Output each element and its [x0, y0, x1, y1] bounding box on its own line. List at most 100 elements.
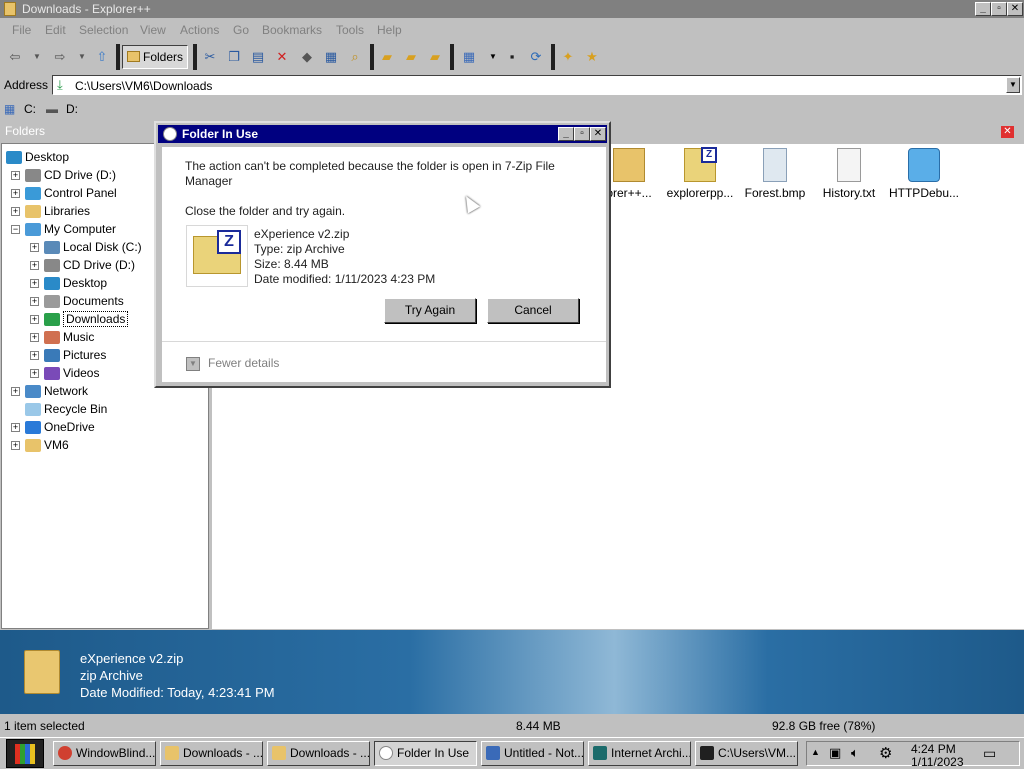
close-tab-icon[interactable]: ✕ — [1001, 126, 1014, 138]
tree-item-onedrive[interactable]: OneDrive — [25, 418, 95, 436]
expand-toggle[interactable]: + — [30, 279, 39, 288]
tree-item-videos[interactable]: Videos — [44, 364, 99, 382]
start-button[interactable] — [6, 739, 44, 768]
expand-toggle[interactable]: + — [11, 387, 20, 396]
expand-toggle[interactable]: + — [30, 261, 39, 270]
notifications-icon[interactable]: ▭ — [983, 745, 996, 762]
tray-expand-icon[interactable]: ▲ — [811, 747, 820, 757]
tree-item-pictures[interactable]: Pictures — [44, 346, 106, 364]
back-dropdown-icon[interactable]: ▼ — [28, 48, 46, 66]
dialog-close-button[interactable]: ✕ — [590, 127, 606, 141]
taskbar-item-7zip[interactable]: C:\Users\VM... — [695, 741, 798, 766]
address-dropdown-icon[interactable]: ▼ — [1006, 77, 1020, 93]
expand-toggle[interactable]: + — [30, 297, 39, 306]
window-titlebar[interactable]: Downloads - Explorer++ _ ▫ ✕ — [0, 0, 1024, 18]
tree-item-desktop-2[interactable]: Desktop — [44, 274, 107, 292]
clock-date[interactable]: 1/11/2023 — [911, 755, 964, 769]
back-icon[interactable]: ⇦ — [6, 48, 24, 66]
forward-icon[interactable]: ⇨ — [51, 48, 69, 66]
clock-time[interactable]: 4:24 PM — [911, 742, 956, 756]
copy-icon[interactable]: ❐ — [225, 48, 243, 66]
expand-toggle[interactable]: + — [30, 369, 39, 378]
expand-toggle[interactable]: + — [11, 207, 20, 216]
text-file-icon — [837, 148, 861, 182]
menu-bookmarks[interactable]: Bookmarks — [262, 23, 322, 37]
forward-dropdown-icon[interactable]: ▼ — [73, 48, 91, 66]
copy-to-folder-icon[interactable]: ▰ — [402, 48, 420, 66]
expand-toggle[interactable]: + — [30, 351, 39, 360]
expand-toggle[interactable]: + — [11, 189, 20, 198]
tree-item-network[interactable]: Network — [25, 382, 88, 400]
file-item[interactable]: History.txt — [809, 148, 889, 200]
up-icon[interactable]: ⇧ — [93, 48, 111, 66]
dialog-minimize-button[interactable]: _ — [558, 127, 574, 141]
views-dropdown-icon[interactable]: ▼ — [484, 48, 502, 66]
tree-item-documents[interactable]: Documents — [44, 292, 124, 310]
bookmarks-icon[interactable]: ★ — [583, 48, 601, 66]
taskbar-item-windowblinds[interactable]: WindowBlind... — [53, 741, 156, 766]
minimize-button[interactable]: _ — [975, 2, 991, 16]
menu-selection[interactable]: Selection — [79, 23, 128, 37]
tree-item-libraries[interactable]: Libraries — [25, 202, 90, 220]
tree-item-cd-drive[interactable]: CD Drive (D:) — [25, 166, 116, 184]
expand-toggle[interactable]: + — [11, 441, 20, 450]
menu-view[interactable]: View — [140, 23, 166, 37]
refresh-icon[interactable]: ⟳ — [527, 48, 545, 66]
expand-toggle[interactable]: + — [30, 315, 39, 324]
delete-icon[interactable]: ✕ — [273, 48, 291, 66]
file-item[interactable]: Z explorerpp... — [660, 147, 740, 200]
menu-help[interactable]: Help — [377, 23, 402, 37]
tree-item-my-computer[interactable]: My Computer — [25, 220, 116, 238]
menu-actions[interactable]: Actions — [180, 23, 219, 37]
add-bookmark-icon[interactable]: ✦ — [559, 48, 577, 66]
gear-icon[interactable]: ⚙ — [879, 744, 892, 762]
tree-item-recycle-bin[interactable]: Recycle Bin — [25, 400, 107, 418]
taskbar-item-folder-in-use[interactable]: Folder In Use — [374, 741, 477, 766]
dialog-titlebar[interactable]: Folder In Use _ ▫ ✕ — [158, 125, 607, 143]
taskbar-item-notepad[interactable]: Untitled - Not... — [481, 741, 584, 766]
menu-tools[interactable]: Tools — [336, 23, 364, 37]
app-icon — [908, 148, 940, 182]
tree-item-local-disk[interactable]: Local Disk (C:) — [44, 238, 142, 256]
cut-icon[interactable]: ✂ — [201, 48, 219, 66]
command-prompt-icon[interactable]: ▪ — [503, 48, 521, 66]
menu-edit[interactable]: Edit — [45, 23, 66, 37]
delete-permanently-icon[interactable]: ◆ — [298, 48, 316, 66]
properties-icon[interactable]: ▦ — [322, 48, 340, 66]
address-input[interactable]: ⤓ C:\Users\VM6\Downloads ▼ — [52, 75, 1022, 95]
tree-item-downloads[interactable]: Downloads — [44, 310, 129, 328]
fewer-details-toggle[interactable]: ▼ Fewer details — [186, 356, 279, 371]
volume-icon[interactable]: 🔈︎ — [851, 745, 859, 761]
paste-icon[interactable]: ▤ — [249, 48, 267, 66]
menu-file[interactable]: File — [12, 23, 31, 37]
tree-item-control-panel[interactable]: Control Panel — [25, 184, 117, 202]
collapse-toggle[interactable]: − — [11, 225, 20, 234]
drive-c-button[interactable]: C: — [24, 102, 36, 116]
dialog-maximize-button[interactable]: ▫ — [574, 127, 590, 141]
expand-toggle[interactable]: + — [30, 243, 39, 252]
tree-item-music[interactable]: Music — [44, 328, 94, 346]
new-folder-icon[interactable]: ▰ — [378, 48, 396, 66]
folders-button[interactable]: Folders — [122, 45, 188, 69]
expand-toggle[interactable]: + — [30, 333, 39, 342]
views-icon[interactable]: ▦ — [460, 48, 478, 66]
taskbar-item-downloads-2[interactable]: Downloads - ... — [267, 741, 370, 766]
tree-item-cd-drive-2[interactable]: CD Drive (D:) — [44, 256, 135, 274]
tree-item-desktop[interactable]: Desktop — [6, 148, 69, 166]
network-icon[interactable]: ▣ — [829, 745, 841, 761]
menu-go[interactable]: Go — [233, 23, 249, 37]
file-item[interactable]: Forest.bmp — [735, 148, 815, 200]
cancel-button[interactable]: Cancel — [487, 298, 579, 323]
try-again-button[interactable]: Try Again — [384, 298, 476, 323]
maximize-button[interactable]: ▫ — [991, 2, 1007, 16]
tree-item-vm6[interactable]: VM6 — [25, 436, 69, 454]
file-item[interactable]: HTTPDebu... — [884, 148, 964, 200]
taskbar-item-internet-archive[interactable]: Internet Archi... — [588, 741, 691, 766]
move-to-folder-icon[interactable]: ▰ — [426, 48, 444, 66]
close-button[interactable]: ✕ — [1007, 2, 1023, 16]
expand-toggle[interactable]: + — [11, 171, 20, 180]
expand-toggle[interactable]: + — [11, 423, 20, 432]
taskbar-item-downloads-1[interactable]: Downloads - ... — [160, 741, 263, 766]
drive-d-button[interactable]: D: — [66, 102, 78, 116]
search-icon[interactable]: ⌕ — [346, 48, 364, 66]
